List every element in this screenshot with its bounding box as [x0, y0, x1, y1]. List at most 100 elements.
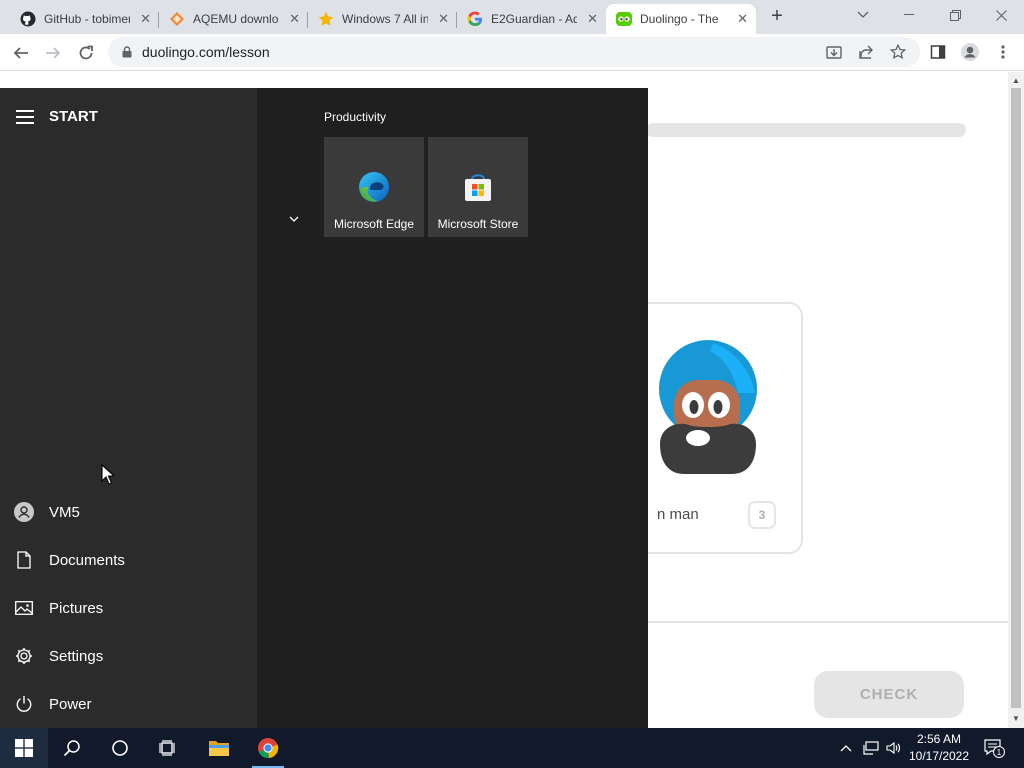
- chrome-taskbar-button[interactable]: [244, 728, 292, 768]
- install-app-icon[interactable]: [824, 42, 844, 62]
- answer-shortcut-number: 3: [748, 501, 776, 529]
- tab-title: Duolingo - The: [640, 12, 719, 26]
- side-panel-icon[interactable]: [928, 42, 948, 62]
- scrollbar-thumb[interactable]: [1011, 88, 1021, 708]
- start-menu-header[interactable]: START: [16, 108, 98, 125]
- tab-title: GitHub - tobimer: [44, 12, 130, 26]
- rail-item-label: Pictures: [49, 599, 104, 617]
- cortana-icon: [112, 740, 128, 756]
- close-window-icon[interactable]: [978, 0, 1024, 30]
- tile-group-title[interactable]: Productivity: [324, 110, 386, 124]
- action-center-button[interactable]: 1: [980, 728, 1008, 768]
- rail-item-power[interactable]: Power: [0, 680, 257, 728]
- start-menu: START VM5 Documents Pictures Settings Po…: [0, 88, 648, 728]
- lock-icon[interactable]: [120, 45, 134, 59]
- file-explorer-button[interactable]: [195, 728, 243, 768]
- task-view-button[interactable]: [144, 728, 192, 768]
- close-tab-icon[interactable]: ✕: [438, 12, 449, 26]
- tab-duolingo[interactable]: Duolingo - The ✕: [606, 4, 756, 34]
- search-icon: [63, 740, 80, 757]
- folder-icon: [209, 741, 229, 756]
- hamburger-menu-icon[interactable]: [16, 109, 34, 124]
- chevron-up-icon: [840, 745, 852, 752]
- tab-title: E2Guardian - Ad: [491, 12, 577, 26]
- tab-title: Windows 7 All in: [342, 12, 428, 26]
- tile-microsoft-store[interactable]: Microsoft Store: [428, 137, 528, 237]
- collapse-chevron-icon[interactable]: [287, 212, 301, 226]
- tab-windows7[interactable]: Windows 7 All in ✕: [308, 4, 457, 34]
- profile-avatar-icon[interactable]: [960, 42, 980, 62]
- windows-logo-icon: [15, 739, 33, 757]
- tab-strip: GitHub - tobimer ✕ AQEMU downloads ✕ Win…: [0, 0, 1024, 34]
- page-scrollbar[interactable]: ▲ ▼: [1008, 72, 1024, 728]
- close-tab-icon[interactable]: ✕: [737, 12, 748, 26]
- reload-icon[interactable]: [75, 42, 97, 64]
- rail-item-user[interactable]: VM5: [0, 488, 257, 536]
- tile-microsoft-edge[interactable]: Microsoft Edge: [324, 137, 424, 237]
- bookmark-star-icon[interactable]: [888, 42, 908, 62]
- check-button[interactable]: CHECK: [814, 671, 964, 718]
- rail-item-pictures[interactable]: Pictures: [0, 584, 257, 632]
- github-icon: [20, 11, 36, 27]
- tab-e2guardian[interactable]: E2Guardian - Ad ✕: [457, 4, 606, 34]
- tile-label: Microsoft Edge: [333, 217, 415, 231]
- duolingo-icon: [616, 11, 632, 27]
- character-illustration-icon: [659, 340, 757, 474]
- browser-toolbar: duolingo.com/lesson: [0, 34, 1024, 71]
- edge-icon: [359, 172, 389, 202]
- aqemu-icon: [169, 11, 185, 27]
- forward-arrow-icon[interactable]: [42, 42, 64, 64]
- start-tiles-area: Productivity Microsoft Edge Microsoft St…: [257, 88, 648, 728]
- task-view-icon: [159, 740, 175, 756]
- address-bar[interactable]: duolingo.com/lesson: [108, 37, 920, 67]
- power-icon: [0, 695, 49, 713]
- document-icon: [0, 551, 49, 569]
- windows-taskbar: 2:56 AM 10/17/2022 1: [0, 728, 1024, 768]
- pictures-icon: [0, 601, 49, 615]
- start-button[interactable]: [0, 728, 48, 768]
- tab-title: AQEMU downloads: [193, 12, 279, 26]
- rail-item-label: VM5: [49, 503, 80, 521]
- close-tab-icon[interactable]: ✕: [587, 12, 598, 26]
- minimize-icon[interactable]: [886, 0, 932, 30]
- mouse-cursor-icon: [101, 464, 115, 485]
- cortana-button[interactable]: [96, 728, 144, 768]
- tile-label: Microsoft Store: [437, 217, 519, 231]
- start-menu-title: START: [49, 108, 98, 125]
- gear-icon: [0, 647, 49, 665]
- show-hidden-icons-button[interactable]: [836, 728, 856, 768]
- close-tab-icon[interactable]: ✕: [140, 12, 151, 26]
- rail-item-label: Documents: [49, 551, 125, 569]
- scroll-up-icon[interactable]: ▲: [1012, 76, 1020, 85]
- rail-item-settings[interactable]: Settings: [0, 632, 257, 680]
- google-icon: [467, 11, 483, 27]
- tab-aqemu[interactable]: AQEMU downloads ✕: [159, 4, 308, 34]
- chrome-icon: [258, 738, 279, 759]
- notification-icon: 1: [984, 739, 1005, 758]
- clock-date: 10/17/2022: [908, 749, 970, 763]
- new-tab-button[interactable]: +: [766, 6, 788, 28]
- rail-item-documents[interactable]: Documents: [0, 536, 257, 584]
- chrome-menu-icon[interactable]: [993, 42, 1013, 62]
- clock-time: 2:56 AM: [916, 732, 962, 746]
- tab-github[interactable]: GitHub - tobimer ✕: [10, 4, 159, 34]
- network-icon: [863, 741, 879, 755]
- scroll-down-icon[interactable]: ▼: [1012, 714, 1020, 723]
- search-button[interactable]: [48, 728, 96, 768]
- share-icon[interactable]: [856, 42, 876, 62]
- store-icon: [465, 174, 491, 201]
- network-button[interactable]: [860, 728, 882, 768]
- star-icon: [318, 11, 334, 27]
- notification-count: 1: [997, 748, 1002, 757]
- close-tab-icon[interactable]: ✕: [289, 12, 300, 26]
- rail-item-label: Power: [49, 695, 92, 713]
- back-arrow-icon[interactable]: [10, 42, 32, 64]
- rail-item-label: Settings: [49, 647, 104, 665]
- tab-search-chevron-icon[interactable]: [840, 0, 886, 30]
- restore-icon[interactable]: [932, 0, 978, 30]
- taskbar-clock[interactable]: 2:56 AM 10/17/2022: [900, 731, 978, 765]
- lesson-progress-bar: [646, 123, 966, 137]
- url-text: duolingo.com/lesson: [142, 44, 270, 60]
- user-avatar-icon: [0, 502, 49, 522]
- start-menu-rail: START VM5 Documents Pictures Settings Po…: [0, 88, 257, 728]
